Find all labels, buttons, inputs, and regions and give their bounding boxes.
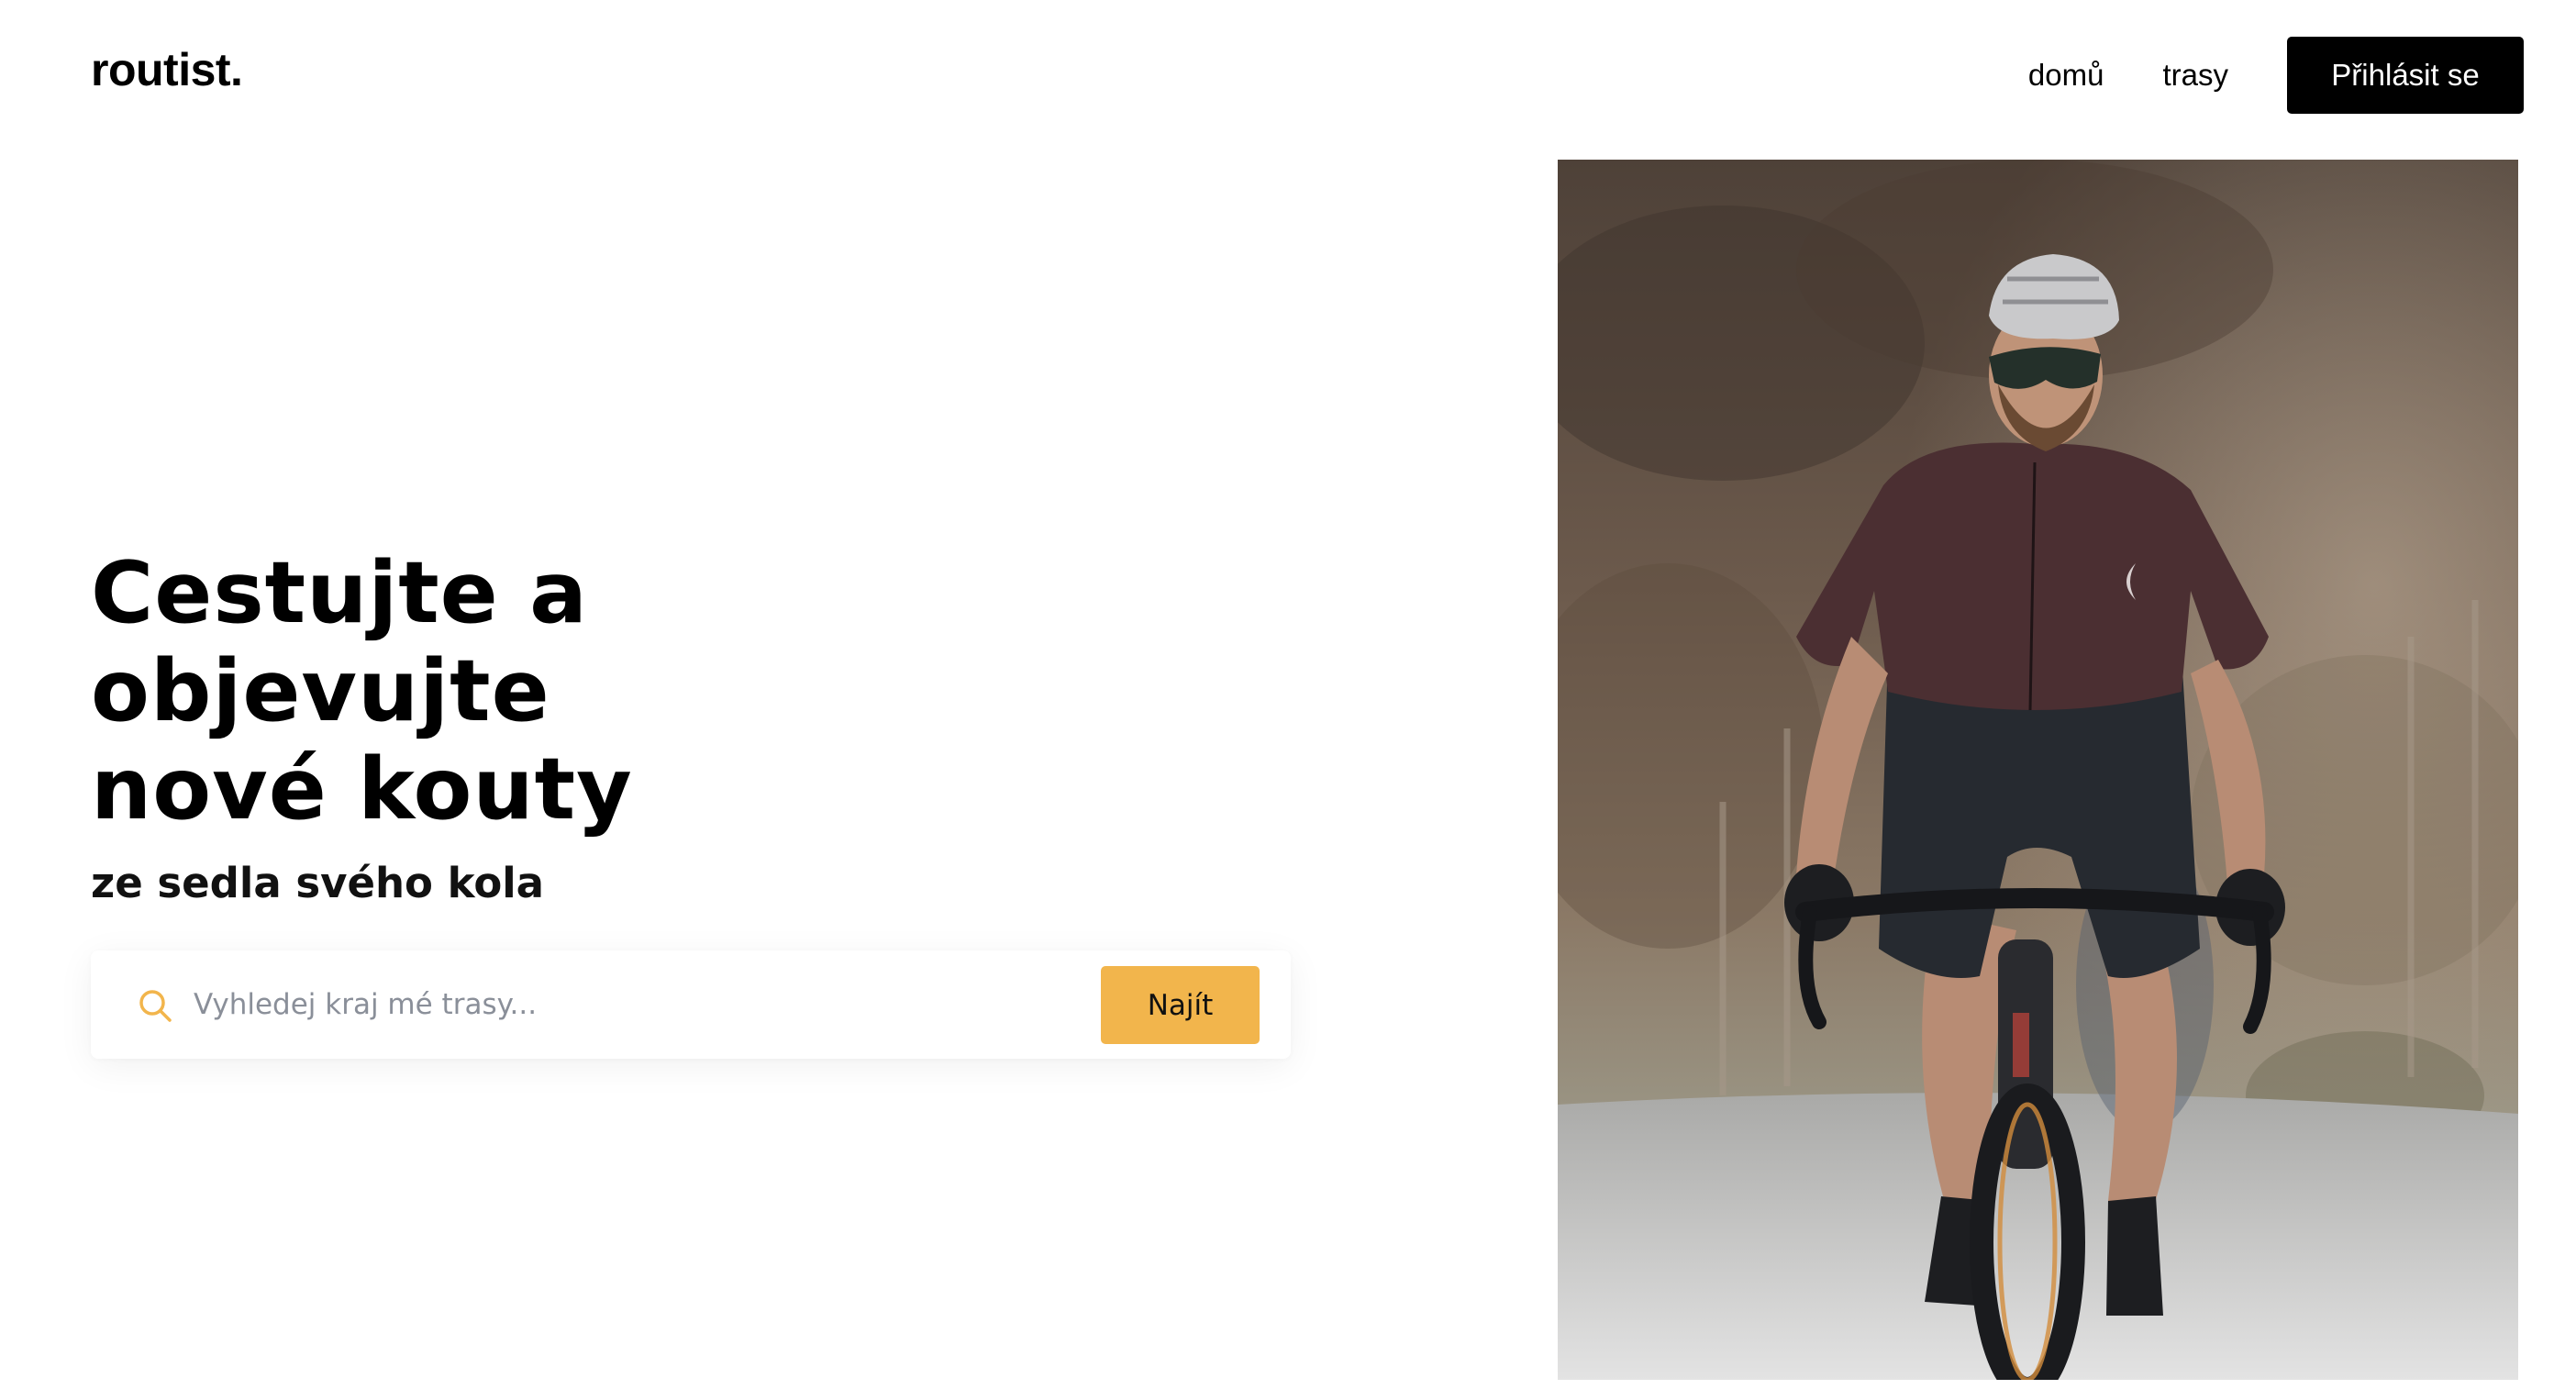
main-nav: domů trasy Přihlásit se bbox=[2028, 37, 2524, 114]
search-input[interactable] bbox=[194, 974, 1074, 1035]
nav-link-routes[interactable]: trasy bbox=[2162, 37, 2228, 114]
nav-link-home[interactable]: domů bbox=[2028, 37, 2104, 114]
logo[interactable]: routist. bbox=[91, 40, 243, 99]
cyclist-photo bbox=[1558, 160, 2518, 1380]
login-button[interactable]: Přihlásit se bbox=[2287, 37, 2524, 114]
search-bar: Najít bbox=[91, 950, 1291, 1059]
hero-subtitle: ze sedla svého kola bbox=[91, 859, 545, 907]
search-button[interactable]: Najít bbox=[1101, 966, 1260, 1044]
hero-title: Cestujte a objevujte nové kouty bbox=[91, 543, 633, 839]
cyclist-illustration bbox=[1558, 160, 2518, 1380]
search-icon bbox=[137, 987, 173, 1024]
